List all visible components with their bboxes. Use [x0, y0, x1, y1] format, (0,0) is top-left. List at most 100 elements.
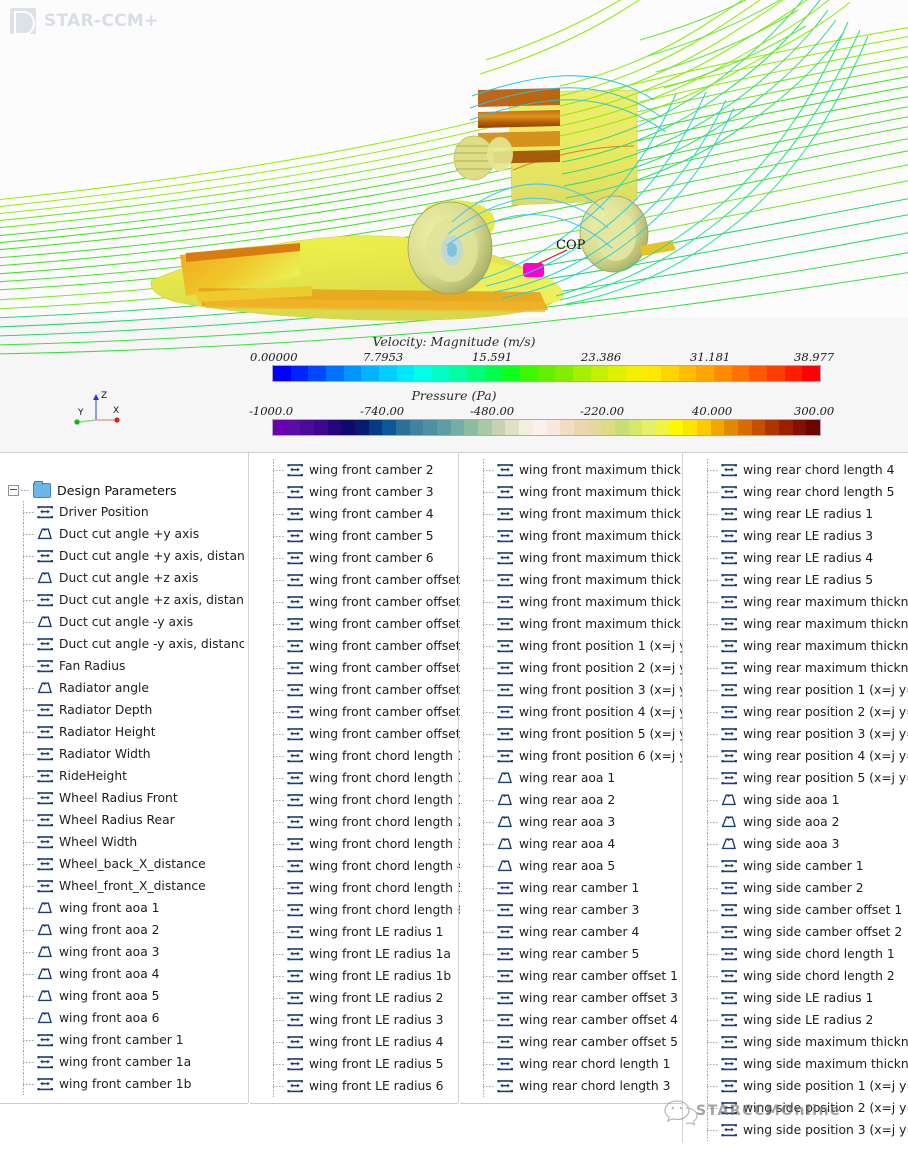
- tree-node[interactable]: Duct cut angle -y axis: [0, 611, 244, 633]
- tree-node[interactable]: wing front position 3 (x=j y=k z=i): [460, 679, 682, 701]
- tree-node[interactable]: wing front camber offset 3: [250, 657, 462, 679]
- tree-node[interactable]: wing front aoa 5: [0, 985, 244, 1007]
- tree-node[interactable]: wing rear maximum thickness 1: [684, 591, 908, 613]
- tree-node[interactable]: wing rear aoa 3: [460, 811, 682, 833]
- tree-node[interactable]: wing front chord length 4: [250, 855, 462, 877]
- tree-node[interactable]: wing rear chord length 4: [684, 459, 908, 481]
- tree-node[interactable]: wing rear camber offset 1: [460, 965, 682, 987]
- tree-node[interactable]: wing front maximum thickness 1: [460, 459, 682, 481]
- tree-node[interactable]: Wheel Width: [0, 831, 244, 853]
- tree-node[interactable]: wing side maximum thickness 2: [684, 1053, 908, 1075]
- 3d-scene-view[interactable]: STAR-CCM+ COP Z X Y Velocity: Magnitude …: [0, 0, 908, 452]
- tree-node[interactable]: wing front position 5 (x=j y=k z=i): [460, 723, 682, 745]
- tree-node[interactable]: wing side camber 1: [684, 855, 908, 877]
- tree-node[interactable]: Duct cut angle +y axis: [0, 523, 244, 545]
- tree-node[interactable]: wing front camber offset 1a: [250, 591, 462, 613]
- tree-node[interactable]: wing front maximum thickness 3: [460, 547, 682, 569]
- tree-node[interactable]: wing front camber 1: [0, 1029, 244, 1051]
- tree-node[interactable]: wing rear LE radius 1: [684, 503, 908, 525]
- tree-node[interactable]: wing front camber 1b: [0, 1073, 244, 1095]
- tree-node[interactable]: Radiator Width: [0, 743, 244, 765]
- tree-node[interactable]: wing front LE radius 5: [250, 1053, 462, 1075]
- tree-node[interactable]: wing front aoa 1: [0, 897, 244, 919]
- tree-node[interactable]: wing front maximum thickness 1a: [460, 481, 682, 503]
- tree-node[interactable]: wing rear position 2 (x=j y=k z=i): [684, 701, 908, 723]
- tree-node[interactable]: wing rear camber offset 3: [460, 987, 682, 1009]
- tree-node[interactable]: wing front camber offset 4: [250, 679, 462, 701]
- tree-node[interactable]: wing side aoa 3: [684, 833, 908, 855]
- tree-node[interactable]: wing front camber offset 1: [250, 569, 462, 591]
- tree-node[interactable]: Wheel_back_X_distance: [0, 853, 244, 875]
- tree-node[interactable]: wing front LE radius 6: [250, 1075, 462, 1097]
- tree-node[interactable]: wing front maximum thickness 4: [460, 569, 682, 591]
- tree-node[interactable]: wing front camber offset 2: [250, 635, 462, 657]
- tree-node[interactable]: wing rear aoa 4: [460, 833, 682, 855]
- tree-node[interactable]: wing side LE radius 2: [684, 1009, 908, 1031]
- tree-node[interactable]: wing side position 1 (x=j y=k z=i): [684, 1075, 908, 1097]
- tree-node[interactable]: wing rear camber 5: [460, 943, 682, 965]
- tree-node[interactable]: wing rear camber 4: [460, 921, 682, 943]
- tree-node[interactable]: wing front aoa 4: [0, 963, 244, 985]
- tree-node[interactable]: wing rear position 4 (x=j y=k z=i): [684, 745, 908, 767]
- tree-column-3[interactable]: wing front maximum thickness 1wing front…: [460, 459, 682, 1097]
- tree-node[interactable]: wing front chord length 3: [250, 833, 462, 855]
- tree-node[interactable]: wing rear maximum thickness 3: [684, 613, 908, 635]
- tree-node[interactable]: wing rear chord length 1: [460, 1053, 682, 1075]
- tree-node[interactable]: wing front camber 5: [250, 525, 462, 547]
- tree-node[interactable]: wing front position 4 (x=j y=k z=i): [460, 701, 682, 723]
- tree-node[interactable]: wing side position 3 (x=j y=k z=i): [684, 1119, 908, 1141]
- tree-node[interactable]: Duct cut angle +y axis, distance: [0, 545, 244, 567]
- tree-node[interactable]: Duct cut angle +z axis, distance: [0, 589, 244, 611]
- tree-node[interactable]: wing rear camber offset 4: [460, 1009, 682, 1031]
- tree-node[interactable]: wing front position 2 (x=j y=k z=i): [460, 657, 682, 679]
- tree-node[interactable]: wing front maximum thickness 2: [460, 525, 682, 547]
- tree-node[interactable]: wing rear LE radius 3: [684, 525, 908, 547]
- tree-node[interactable]: wing front chord length 6: [250, 899, 462, 921]
- tree-node[interactable]: wing front LE radius 2: [250, 987, 462, 1009]
- tree-node[interactable]: wing side aoa 2: [684, 811, 908, 833]
- tree-node[interactable]: Fan Radius: [0, 655, 244, 677]
- tree-node[interactable]: wing front LE radius 1: [250, 921, 462, 943]
- tree-node[interactable]: Radiator angle: [0, 677, 244, 699]
- tree-node[interactable]: wing rear position 3 (x=j y=k z=i): [684, 723, 908, 745]
- tree-node[interactable]: wing front position 6 (x=j y=k z=i): [460, 745, 682, 767]
- tree-node[interactable]: wing side camber 2: [684, 877, 908, 899]
- tree-node[interactable]: wing rear position 5 (x=j y=k z=i): [684, 767, 908, 789]
- tree-node[interactable]: wing rear aoa 1: [460, 767, 682, 789]
- tree-node[interactable]: wing front camber 6: [250, 547, 462, 569]
- tree-node[interactable]: wing side aoa 1: [684, 789, 908, 811]
- tree-node[interactable]: wing rear aoa 2: [460, 789, 682, 811]
- tree-node[interactable]: wing side position 2 (x=j y=k z=i): [684, 1097, 908, 1119]
- tree-node[interactable]: wing front camber offset 5: [250, 701, 462, 723]
- tree-node[interactable]: wing side camber offset 1: [684, 899, 908, 921]
- tree-node[interactable]: wing front LE radius 1a: [250, 943, 462, 965]
- tree-node[interactable]: Radiator Height: [0, 721, 244, 743]
- tree-node[interactable]: wing front camber 2: [250, 459, 462, 481]
- tree-node[interactable]: wing rear LE radius 5: [684, 569, 908, 591]
- tree-node[interactable]: wing front camber 1a: [0, 1051, 244, 1073]
- tree-column-2[interactable]: wing front camber 2wing front camber 3wi…: [250, 459, 462, 1097]
- tree-node[interactable]: wing rear aoa 5: [460, 855, 682, 877]
- tree-node[interactable]: wing front camber 4: [250, 503, 462, 525]
- tree-node[interactable]: wing front position 1 (x=j y=k z=i): [460, 635, 682, 657]
- tree-node[interactable]: Driver Position: [0, 501, 244, 523]
- tree-node[interactable]: wing side chord length 2: [684, 965, 908, 987]
- tree-node[interactable]: wing side camber offset 2: [684, 921, 908, 943]
- tree-node[interactable]: wing rear camber offset 5: [460, 1031, 682, 1053]
- tree-node[interactable]: wing front camber 3: [250, 481, 462, 503]
- tree-node[interactable]: wing front camber offset 6: [250, 723, 462, 745]
- collapse-icon[interactable]: [8, 485, 19, 496]
- tree-node[interactable]: RideHeight: [0, 765, 244, 787]
- tree-node[interactable]: wing front chord length 2: [250, 811, 462, 833]
- tree-node[interactable]: Duct cut angle -y axis, distance: [0, 633, 244, 655]
- tree-node[interactable]: wing rear camber 1: [460, 877, 682, 899]
- tree-node[interactable]: wing rear LE radius 4: [684, 547, 908, 569]
- tree-node[interactable]: wing side maximum thickness 1: [684, 1031, 908, 1053]
- tree-node[interactable]: wing front maximum thickness 5: [460, 591, 682, 613]
- tree-node[interactable]: wing front camber offset 1b: [250, 613, 462, 635]
- tree-column-1[interactable]: Driver PositionDuct cut angle +y axisDuc…: [0, 501, 244, 1095]
- tree-node[interactable]: wing rear position 1 (x=j y=k z=i): [684, 679, 908, 701]
- tree-node[interactable]: wing front chord length 1b: [250, 789, 462, 811]
- tree-node[interactable]: wing front aoa 2: [0, 919, 244, 941]
- tree-column-4[interactable]: wing rear chord length 4wing rear chord …: [684, 459, 908, 1141]
